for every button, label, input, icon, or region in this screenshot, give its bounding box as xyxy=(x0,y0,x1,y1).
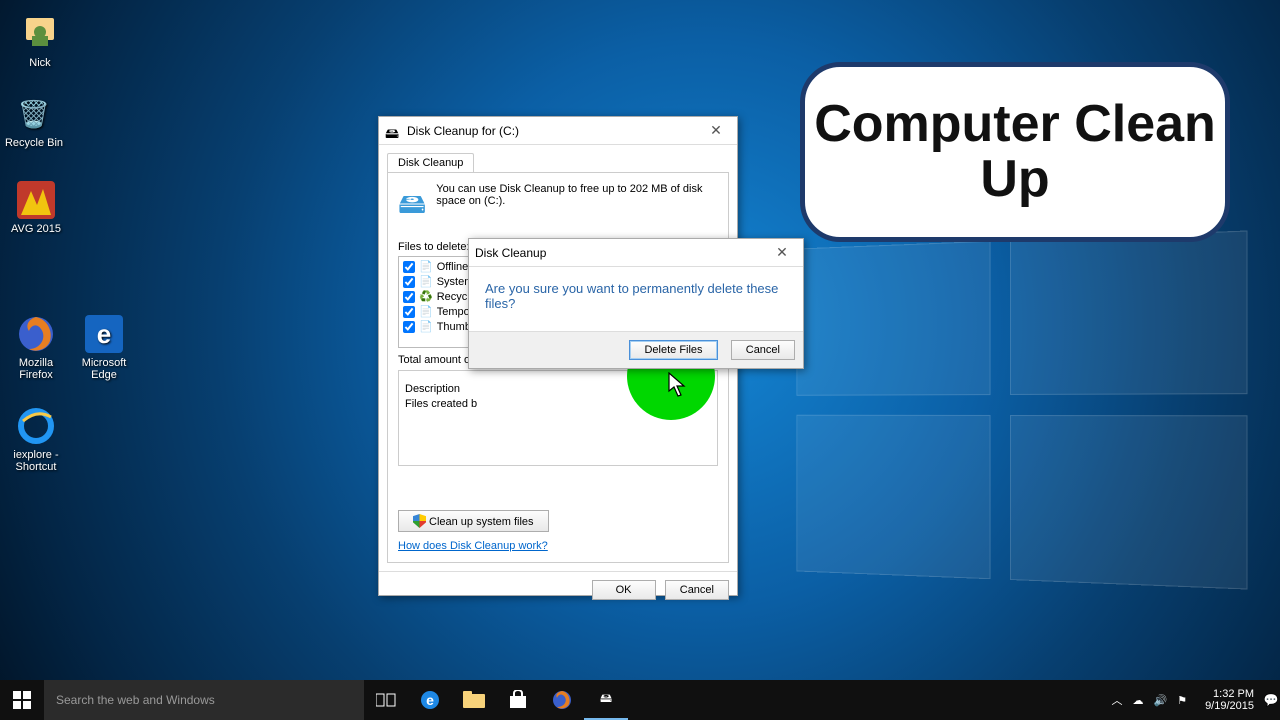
help-link[interactable]: How does Disk Cleanup work? xyxy=(398,540,548,552)
checkbox[interactable] xyxy=(403,291,415,303)
disk-cleanup-title: Disk Cleanup for (C:) xyxy=(407,124,701,138)
shield-icon xyxy=(413,514,426,528)
confirm-dialog: Disk Cleanup ✕ Are you sure you want to … xyxy=(468,238,804,369)
wallpaper-windows-logo xyxy=(796,230,1247,589)
desktop-icon-avg[interactable]: AVG 2015 xyxy=(4,180,68,235)
confirm-message: Are you sure you want to permanently del… xyxy=(469,267,803,331)
taskbar-explorer[interactable] xyxy=(452,680,496,720)
confirm-title: Disk Cleanup xyxy=(475,246,767,260)
volume-icon[interactable]: 🔊 xyxy=(1153,694,1167,707)
ok-button[interactable]: OK xyxy=(592,580,656,600)
taskbar-edge[interactable]: e xyxy=(408,680,452,720)
clock-time: 1:32 PM xyxy=(1205,688,1254,700)
ie-icon xyxy=(16,406,56,446)
search-placeholder: Search the web and Windows xyxy=(56,693,215,707)
tab-disk-cleanup[interactable]: Disk Cleanup xyxy=(387,153,474,172)
cleanup-info-text: You can use Disk Cleanup to free up to 2… xyxy=(436,183,718,231)
taskbar-search[interactable]: Search the web and Windows xyxy=(44,680,364,720)
user-icon xyxy=(20,14,60,54)
cancel-button[interactable]: Cancel xyxy=(665,580,729,600)
checkbox[interactable] xyxy=(403,306,415,318)
disk-cleanup-icon: 🖴 xyxy=(385,123,401,139)
recycle-bin-icon: 🗑️ xyxy=(14,94,54,134)
checkbox[interactable] xyxy=(403,276,415,288)
chevron-up-icon[interactable]: ︿ xyxy=(1111,692,1122,708)
desktop-icon-recycle-bin[interactable]: 🗑️ Recycle Bin xyxy=(2,94,66,149)
checkbox[interactable] xyxy=(403,321,415,333)
close-icon[interactable]: ✕ xyxy=(767,244,797,261)
taskbar-disk-cleanup[interactable]: 🖴 xyxy=(584,680,628,720)
close-icon[interactable]: ✕ xyxy=(701,122,731,139)
desktop-icon-user[interactable]: Nick xyxy=(8,14,72,69)
system-tray[interactable]: ︿ ☁ 🔊 ⚑ xyxy=(1101,692,1197,708)
annotation-bubble: Computer Clean Up xyxy=(800,62,1230,242)
firefox-icon xyxy=(16,314,56,354)
notifications-button[interactable]: 💬 xyxy=(1262,680,1280,720)
cursor-icon xyxy=(668,372,688,398)
start-button[interactable] xyxy=(0,680,44,720)
clean-system-files-button[interactable]: Clean up system files xyxy=(398,510,549,532)
delete-files-button[interactable]: Delete Files xyxy=(629,340,717,360)
confirm-titlebar[interactable]: Disk Cleanup ✕ xyxy=(469,239,803,267)
taskbar: Search the web and Windows e 🖴 ︿ ☁ 🔊 ⚑ 1… xyxy=(0,680,1280,720)
taskbar-store[interactable] xyxy=(496,680,540,720)
desktop-icon-edge[interactable]: e Microsoft Edge xyxy=(72,314,136,381)
clock-date: 9/19/2015 xyxy=(1205,700,1254,712)
edge-icon: e xyxy=(84,314,124,354)
checkbox[interactable] xyxy=(403,261,415,273)
taskbar-clock[interactable]: 1:32 PM 9/19/2015 xyxy=(1197,688,1262,712)
disk-cleanup-titlebar[interactable]: 🖴 Disk Cleanup for (C:) ✕ xyxy=(379,117,737,145)
desktop-icon-firefox[interactable]: Mozilla Firefox xyxy=(4,314,68,381)
task-view-button[interactable] xyxy=(364,680,408,720)
desktop-icon-iexplore[interactable]: iexplore - Shortcut xyxy=(4,406,68,473)
avg-icon xyxy=(16,180,56,220)
flag-icon[interactable]: ⚑ xyxy=(1177,694,1187,707)
taskbar-firefox[interactable] xyxy=(540,680,584,720)
drive-icon: 🖴 xyxy=(398,183,426,231)
svg-text:e: e xyxy=(426,692,434,708)
onedrive-icon[interactable]: ☁ xyxy=(1132,694,1143,707)
annotation-text: Computer Clean Up xyxy=(805,97,1225,206)
svg-text:e: e xyxy=(97,319,111,349)
